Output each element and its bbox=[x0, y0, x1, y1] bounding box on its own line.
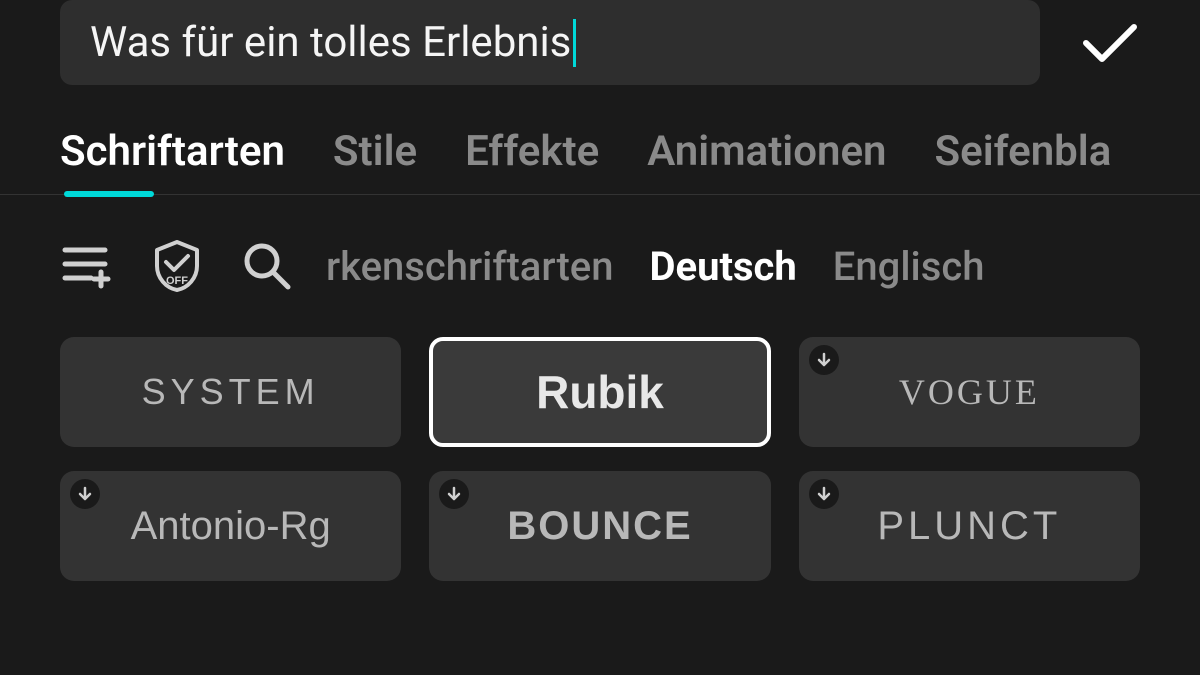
tab-label: Stile bbox=[333, 127, 417, 176]
list-add-icon bbox=[61, 242, 113, 290]
tab-fonts[interactable]: Schriftarten bbox=[60, 127, 285, 194]
search-icon bbox=[242, 241, 292, 291]
language-english[interactable]: Englisch bbox=[833, 243, 985, 290]
font-preview: BOUNCE bbox=[507, 504, 692, 549]
search-button[interactable] bbox=[240, 239, 294, 293]
tab-bubbles[interactable]: Seifenbla bbox=[935, 127, 1112, 194]
font-preview: Antonio-Rg bbox=[131, 504, 331, 549]
font-preview: Rubik bbox=[536, 365, 664, 419]
font-tile-rubik[interactable]: Rubik bbox=[429, 337, 770, 447]
download-badge bbox=[70, 479, 100, 509]
language-german[interactable]: Deutsch bbox=[649, 243, 796, 290]
shield-off-icon: OFF bbox=[152, 238, 202, 294]
download-icon bbox=[77, 486, 93, 502]
font-preview: PLUNCT bbox=[877, 504, 1061, 549]
add-list-button[interactable] bbox=[60, 239, 114, 293]
download-badge bbox=[809, 479, 839, 509]
category-partial-label[interactable]: rkenschriftarten bbox=[326, 243, 613, 290]
download-icon bbox=[816, 486, 832, 502]
svg-text:OFF: OFF bbox=[166, 275, 188, 287]
download-icon bbox=[446, 486, 462, 502]
font-preview: SYSTEM bbox=[142, 371, 320, 413]
font-tile-plunct[interactable]: PLUNCT bbox=[799, 471, 1140, 581]
text-cursor bbox=[573, 19, 576, 67]
font-tile-system[interactable]: SYSTEM bbox=[60, 337, 401, 447]
tab-effects[interactable]: Effekte bbox=[465, 127, 599, 194]
download-badge bbox=[439, 479, 469, 509]
confirm-button[interactable] bbox=[1080, 13, 1140, 73]
download-badge bbox=[809, 345, 839, 375]
tab-label: Seifenbla bbox=[935, 127, 1112, 176]
text-input[interactable]: Was für ein tolles Erlebnis bbox=[60, 0, 1040, 85]
font-tile-vogue[interactable]: VOGUE bbox=[799, 337, 1140, 447]
tabs: Schriftarten Stile Effekte Animationen S… bbox=[0, 85, 1200, 195]
font-grid: SYSTEM Rubik VOGUE Antonio-Rg BOUNCE PLU… bbox=[0, 293, 1200, 581]
tab-label: Effekte bbox=[465, 127, 599, 176]
tab-label: Animationen bbox=[647, 127, 886, 176]
check-icon bbox=[1082, 21, 1138, 65]
download-icon bbox=[816, 352, 832, 368]
tab-animations[interactable]: Animationen bbox=[647, 127, 886, 194]
font-tile-bounce[interactable]: BOUNCE bbox=[429, 471, 770, 581]
font-tile-antonio[interactable]: Antonio-Rg bbox=[60, 471, 401, 581]
font-preview: VOGUE bbox=[899, 371, 1040, 413]
filter-row: OFF rkenschriftarten Deutsch Englisch bbox=[0, 195, 1200, 293]
text-input-value: Was für ein tolles Erlebnis bbox=[90, 18, 571, 67]
tab-styles[interactable]: Stile bbox=[333, 127, 417, 194]
tab-label: Schriftarten bbox=[60, 127, 285, 176]
shield-off-button[interactable]: OFF bbox=[150, 239, 204, 293]
